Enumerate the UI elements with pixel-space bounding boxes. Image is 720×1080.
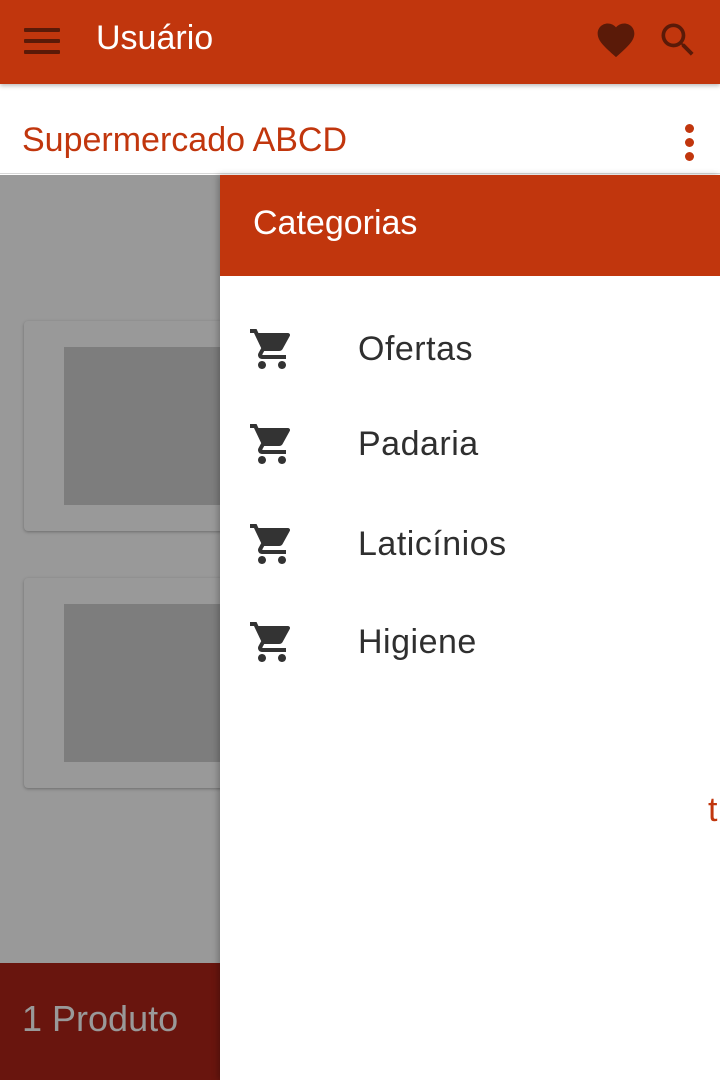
- heart-icon[interactable]: [594, 18, 638, 62]
- drawer-header: Categorias: [220, 175, 720, 276]
- more-vert-icon[interactable]: [684, 124, 696, 164]
- category-item-ofertas[interactable]: Ofertas: [220, 309, 720, 389]
- category-item-higiene[interactable]: Higiene: [220, 602, 720, 682]
- app-title: Usuário: [96, 19, 214, 57]
- app-bar: Usuário: [0, 0, 720, 84]
- shopping-cart-icon: [248, 520, 296, 568]
- cart-total-label: t: [708, 791, 718, 829]
- shopping-cart-icon: [248, 618, 296, 666]
- category-label: Higiene: [358, 623, 477, 661]
- search-icon[interactable]: [656, 18, 700, 62]
- category-item-laticinios[interactable]: Laticínios: [220, 504, 720, 584]
- shopping-cart-icon: [248, 325, 296, 373]
- drawer-title: Categorias: [253, 204, 418, 242]
- category-label: Padaria: [358, 425, 479, 463]
- store-name[interactable]: Supermercado ABCD: [22, 120, 347, 160]
- category-item-padaria[interactable]: Padaria: [220, 404, 720, 484]
- categories-drawer: Categorias Ofertas Padaria Laticínios Hi…: [220, 175, 720, 1080]
- category-label: Ofertas: [358, 330, 473, 368]
- store-header: Supermercado ABCD: [0, 84, 720, 174]
- shopping-cart-icon: [248, 420, 296, 468]
- hamburger-menu-icon[interactable]: [24, 28, 60, 54]
- category-label: Laticínios: [358, 525, 507, 563]
